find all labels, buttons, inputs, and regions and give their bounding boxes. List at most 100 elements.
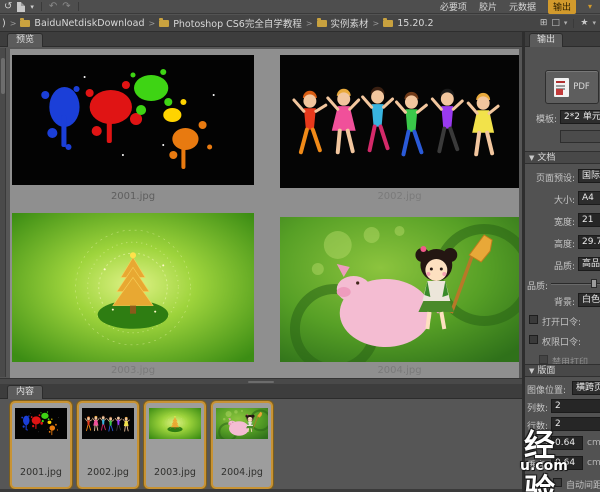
rows-field[interactable]: 2: [551, 417, 600, 431]
breadcrumb-bar: ) > BaiduNetdiskDownload > Photoshop CS6…: [0, 15, 600, 32]
folder-icon: [159, 20, 169, 27]
permission-password-checkbox[interactable]: [529, 335, 538, 344]
breadcrumb-item-current[interactable]: 15.20.2: [397, 18, 433, 29]
size-label: 大小:: [525, 193, 575, 206]
bridge-window: ↺ ▾ ↶ ↷ 必要项 胶片 元数据 输出 ▾ ) > BaiduNetdisk…: [0, 0, 600, 492]
refresh-preview-button[interactable]: [560, 130, 600, 143]
thumbnail-grid-icon[interactable]: ⊞: [540, 19, 548, 28]
preview-panel: 预览 2001.jpg 2002.jpg 2003.jpg 2004.jpg: [0, 32, 522, 384]
content-item-2004[interactable]: 2004.jpg: [211, 401, 273, 489]
rows-label: 行数:: [527, 419, 549, 432]
quality-slider-label: 品质:: [527, 279, 547, 292]
recent-file-icon[interactable]: [17, 2, 25, 12]
preview-image-2004[interactable]: [280, 217, 519, 362]
columns-label: 列数:: [527, 401, 549, 414]
vertical-field[interactable]: 0.64: [551, 456, 583, 470]
workspace-tab-output[interactable]: 输出: [548, 0, 576, 14]
breadcrumb-root-fragment[interactable]: ): [2, 18, 6, 29]
horizontal-unit: cm: [587, 438, 600, 448]
quality-slider-knob[interactable]: [591, 279, 597, 288]
top-toolbar: ↺ ▾ ↶ ↷ 必要项 胶片 元数据 输出 ▾: [0, 0, 600, 14]
workspace-caret-icon[interactable]: ▾: [588, 2, 592, 11]
toolbar-divider: [78, 2, 79, 11]
template-label: 模板:: [525, 112, 557, 125]
preview-caption: 2004.jpg: [280, 365, 519, 376]
auto-spacing-checkbox[interactable]: [553, 478, 562, 487]
horizontal-label: 水平:: [527, 438, 549, 451]
star-filter-icon[interactable]: ★: [580, 18, 588, 28]
permission-password-label: 权限口令:: [542, 335, 581, 348]
preview-image-2001[interactable]: [12, 55, 254, 185]
pdf-preview-page: 2001.jpg 2002.jpg 2003.jpg 2004.jpg: [10, 49, 519, 378]
workspace-tab-filmstrip[interactable]: 胶片: [479, 0, 497, 13]
quality-select[interactable]: 高品质: [578, 257, 600, 271]
content-item-2002[interactable]: 2002.jpg: [77, 401, 139, 489]
preview-image-2003[interactable]: [12, 213, 254, 362]
disable-printing-checkbox[interactable]: [539, 355, 548, 364]
collapse-triangle-icon: ▼: [529, 367, 534, 375]
preview-tabstrip: 预览: [0, 32, 522, 47]
template-select[interactable]: 2*2 单元格: [560, 110, 600, 124]
vertical-unit: cm: [587, 458, 600, 468]
breadcrumb-separator: >: [306, 19, 313, 28]
pdf-button-label: PDF: [573, 82, 590, 92]
pdf-icon: [554, 78, 569, 97]
breadcrumb: ) > BaiduNetdiskDownload > Photoshop CS6…: [0, 16, 540, 30]
pdf-output-button[interactable]: PDF: [545, 70, 599, 104]
section-header-document[interactable]: ▼文档: [525, 151, 600, 164]
image-placement-select[interactable]: 横跨页面: [572, 381, 600, 395]
tab-content[interactable]: 内容: [7, 385, 43, 399]
open-password-checkbox[interactable]: [529, 315, 538, 324]
workspace-tab-metadata[interactable]: 元数据: [509, 0, 536, 13]
size-select[interactable]: A4: [578, 191, 600, 205]
content-tabstrip: 内容: [0, 384, 522, 399]
breadcrumb-separator: >: [373, 19, 380, 28]
height-label: 高度:: [525, 237, 575, 250]
tab-preview[interactable]: 预览: [7, 33, 43, 47]
width-field[interactable]: 21: [578, 213, 600, 227]
back-icon[interactable]: ↶: [49, 2, 57, 12]
file-name: 2003.jpg: [146, 467, 204, 478]
folder-icon: [383, 20, 393, 27]
section-header-layout[interactable]: ▼版面: [525, 364, 600, 377]
recent-file-caret-icon[interactable]: ▾: [30, 3, 34, 11]
thumbnail-2002: [82, 408, 134, 439]
star-filter-caret-icon[interactable]: ▾: [592, 19, 596, 27]
view-options-caret-icon[interactable]: ▾: [564, 19, 568, 27]
forward-icon[interactable]: ↷: [62, 2, 70, 12]
breadcrumb-item[interactable]: BaiduNetdiskDownload: [34, 18, 144, 29]
horizontal-field[interactable]: 0.64: [551, 436, 583, 450]
width-label: 宽度:: [525, 215, 575, 228]
thumbnail-2001: [15, 408, 67, 439]
folder-icon: [317, 20, 327, 27]
background-label: 背景:: [525, 295, 575, 308]
preview-image-2002[interactable]: [280, 55, 519, 188]
breadcrumb-separator: >: [10, 19, 17, 28]
background-select[interactable]: 白色: [578, 293, 600, 307]
boomerang-icon[interactable]: ↺: [4, 2, 12, 12]
content-item-2001[interactable]: 2001.jpg: [10, 401, 72, 489]
columns-field[interactable]: 2: [551, 399, 600, 413]
vertical-label: 垂直:: [527, 458, 549, 471]
preview-caption: 2001.jpg: [12, 191, 254, 202]
breadcrumb-item[interactable]: 实例素材: [331, 16, 369, 30]
height-field[interactable]: 29.7: [578, 235, 600, 249]
collapse-triangle-icon: ▼: [529, 154, 534, 162]
breadcrumb-separator: >: [148, 19, 155, 28]
toolbar-divider: [41, 2, 42, 11]
thumbnail-2003: [149, 408, 201, 439]
breadcrumb-item[interactable]: Photoshop CS6完全自学教程: [173, 16, 302, 30]
image-placement-label: 图像位置:: [527, 383, 569, 396]
page-preset-label: 页面预设:: [525, 171, 575, 184]
file-name: 2004.jpg: [213, 467, 271, 478]
view-options-icon[interactable]: □: [551, 19, 560, 28]
auto-spacing-label: 自动间距: [566, 478, 600, 491]
tab-output[interactable]: 输出: [529, 33, 563, 47]
file-name: 2002.jpg: [79, 467, 137, 478]
content-item-2003[interactable]: 2003.jpg: [144, 401, 206, 489]
page-preset-select[interactable]: 国际标准纸张: [578, 169, 600, 183]
panel-edge-scrollbar[interactable]: [0, 48, 6, 377]
scrollbar-handle[interactable]: [1, 58, 5, 94]
workspace-tab-essentials[interactable]: 必要项: [440, 0, 467, 13]
toolbar-divider: [573, 19, 574, 28]
